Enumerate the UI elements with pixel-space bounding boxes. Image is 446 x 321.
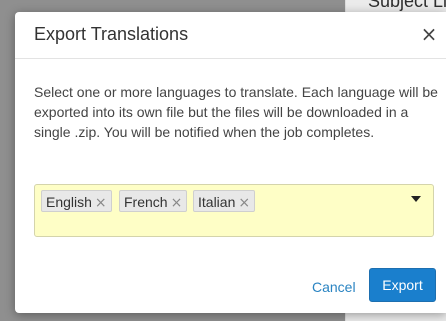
language-token-english: English × xyxy=(41,190,112,212)
language-multiselect[interactable]: English × French × Italian × xyxy=(34,184,434,237)
language-token-french: French × xyxy=(119,190,188,214)
modal-title: Export Translations xyxy=(34,24,189,44)
export-translations-modal: Export Translations × Select one or more… xyxy=(15,12,446,313)
language-token-italian: Italian × xyxy=(193,190,256,214)
close-icon[interactable]: × xyxy=(418,22,440,46)
export-button[interactable]: Export xyxy=(369,268,436,302)
language-token-label: Italian xyxy=(198,194,236,210)
modal-footer: Cancel Export xyxy=(15,253,446,313)
modal-header: Export Translations × xyxy=(15,12,446,59)
cancel-button[interactable]: Cancel xyxy=(308,271,360,303)
remove-english-icon[interactable]: × xyxy=(95,192,107,214)
language-token-label: English xyxy=(46,194,92,210)
remove-italian-icon[interactable]: × xyxy=(238,192,250,214)
remove-french-icon[interactable]: × xyxy=(171,192,183,214)
caret-down-icon[interactable] xyxy=(411,196,421,202)
modal-description: Select one or more languages to translat… xyxy=(34,84,438,140)
language-token-label: French xyxy=(124,194,168,210)
